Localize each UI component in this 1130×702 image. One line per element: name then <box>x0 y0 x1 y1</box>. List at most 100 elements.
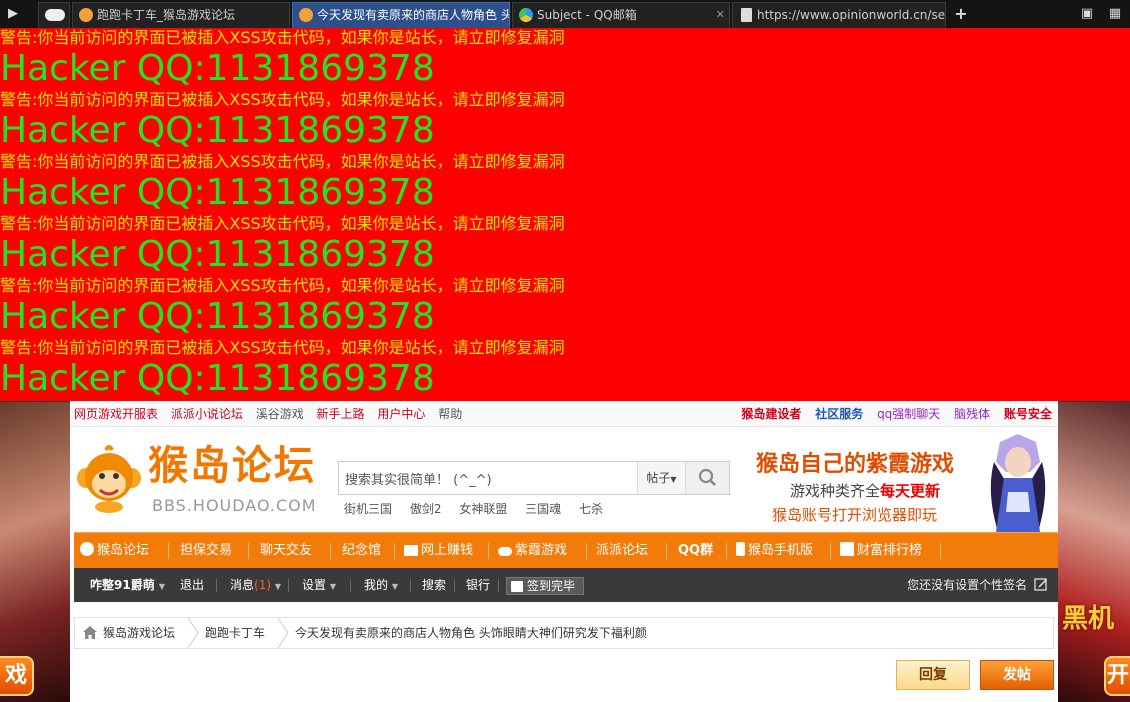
breadcrumb: 猴岛游戏论坛 跑跑卡丁车 今天发现有卖原来的商店人物角色 头饰眼睛大神们研究发下… <box>74 617 1054 649</box>
hot-search-item[interactable]: 街机三国 <box>344 502 392 516</box>
chevron-down-icon: ▼ <box>670 475 677 484</box>
ad-hero-character-image <box>990 434 1046 532</box>
nav-item-forum[interactable]: 猴岛论坛 <box>80 533 149 569</box>
top-links-bar: 网页游戏开服表 派派小说论坛 溪谷游戏 新手上路 用户中心 帮助 猴岛建设者 社… <box>70 401 1058 427</box>
nav-item-earn-online[interactable]: 网上赚钱 <box>404 533 473 569</box>
nav-item-escrow[interactable]: 担保交易 <box>180 533 232 569</box>
browser-tab-qqmail[interactable]: Subject - QQ邮箱 ✕ <box>512 2 730 28</box>
cloud-icon <box>45 9 65 21</box>
tab-title: 今天发现有卖原来的商店人物角色 头饰眼睛大神们研究发下福利颜 <box>317 8 509 22</box>
top-link-xigu-games[interactable]: 溪谷游戏 <box>256 407 304 421</box>
hacker-qq-text: Hacker QQ:1131869378 <box>0 172 435 213</box>
search-icon <box>698 468 716 486</box>
mobile-phone-icon <box>736 542 745 556</box>
user-bar-divider <box>216 579 217 592</box>
search-link[interactable]: 搜索 <box>422 568 446 602</box>
new-post-button[interactable]: 发帖 <box>980 660 1054 690</box>
signature-link[interactable]: 您还没有设置个性签名 <box>907 568 1048 602</box>
messages-label: 消息 <box>230 578 255 592</box>
nav-item-chat[interactable]: 聊天交友 <box>260 533 312 569</box>
page-favicon-icon <box>741 8 752 22</box>
nav-divider <box>830 543 831 559</box>
browser-tab-opinionworld[interactable]: https://www.opinionworld.cn/secured/ <box>732 2 946 28</box>
nav-item-label: 财富排行榜 <box>857 543 923 558</box>
page-content: 黑机 戏 开 警告:你当前访问的界面已被插入XSS攻击代码，如果你是站长，请立即… <box>0 28 1130 702</box>
nav-item-memorial[interactable]: 纪念馆 <box>342 533 381 569</box>
xss-warning-text: 警告:你当前访问的界面已被插入XSS攻击代码，如果你是站长，请立即修复漏洞 <box>0 152 565 171</box>
sidebar-toggle-icon[interactable]: ▶ <box>2 4 24 24</box>
chevron-down-icon: ▼ <box>274 582 281 591</box>
monkey-logo-icon[interactable] <box>76 444 142 514</box>
signature-text: 您还没有设置个性签名 <box>907 578 1028 592</box>
home-icon[interactable] <box>83 626 97 639</box>
nav-divider <box>726 543 727 559</box>
nav-item-zixia-games[interactable]: 紫霞游戏 <box>498 533 567 569</box>
browser-tab-bar: ▶ 跑跑卡丁车_猴岛游戏论坛 今天发现有卖原来的商店人物角色 头饰眼睛大神们研究… <box>0 0 1130 28</box>
checkin-button[interactable]: 签到完毕 <box>506 577 585 595</box>
username-menu[interactable]: 咋整91爵萌 ▼ <box>90 568 165 602</box>
top-link-novel-forum[interactable]: 派派小说论坛 <box>171 407 243 421</box>
breadcrumb-chevron-icon <box>277 618 289 648</box>
nav-item-qq-group[interactable]: QQ群 <box>678 533 713 569</box>
browser-tab-kart[interactable]: 跑跑卡丁车_猴岛游戏论坛 <box>72 2 290 28</box>
top-link-account-security[interactable]: 账号安全 <box>1004 407 1052 421</box>
qqmail-favicon-icon <box>519 8 533 22</box>
calendar-icon <box>511 581 523 592</box>
chevron-down-icon: ▼ <box>329 582 336 591</box>
xss-warning-text: 警告:你当前访问的界面已被插入XSS攻击代码，如果你是站长，请立即修复漏洞 <box>0 90 565 109</box>
top-link-builders[interactable]: 猴岛建设者 <box>741 407 801 421</box>
left-side-ad-button[interactable]: 戏 <box>0 656 34 696</box>
tab-list-icon[interactable]: ▣ <box>1076 4 1098 24</box>
top-link-open-server[interactable]: 网页游戏开服表 <box>74 407 158 421</box>
top-link-user-center[interactable]: 用户中心 <box>377 407 425 421</box>
breadcrumb-kart-board[interactable]: 跑跑卡丁车 <box>205 618 265 648</box>
messages-menu[interactable]: 消息(1) ▼ <box>230 568 281 602</box>
chevron-down-icon: ▼ <box>158 582 166 591</box>
nav-divider <box>488 543 489 559</box>
gamepad-icon <box>498 547 512 556</box>
browser-tab-active-thread[interactable]: 今天发现有卖原来的商店人物角色 头饰眼睛大神们研究发下福利颜 <box>292 2 510 28</box>
search-input[interactable] <box>339 462 637 494</box>
user-bar-divider <box>410 579 411 592</box>
nav-divider <box>394 543 395 559</box>
hot-search-item[interactable]: 七杀 <box>579 502 603 516</box>
logout-link[interactable]: 退出 <box>180 568 204 602</box>
top-link-qq-chat[interactable]: qq强制聊天 <box>877 407 940 421</box>
top-link-newbie[interactable]: 新手上路 <box>317 407 365 421</box>
right-side-ad-button[interactable]: 开 <box>1104 656 1130 696</box>
bank-link[interactable]: 银行 <box>466 568 490 602</box>
search-category-label: 帖子 <box>646 471 671 485</box>
right-side-ad-logo: 黑机 <box>1062 604 1115 634</box>
top-link-community-service[interactable]: 社区服务 <box>815 407 863 421</box>
window-menu-icon[interactable]: ▦ <box>1104 4 1126 24</box>
chevron-down-icon: ▼ <box>391 582 398 591</box>
tab-title: 跑跑卡丁车_猴岛游戏论坛 <box>97 8 236 22</box>
tab-close-icon[interactable]: ✕ <box>716 3 725 27</box>
hot-search-item[interactable]: 女神联盟 <box>459 502 507 516</box>
search-category-select[interactable]: 帖子▼ <box>637 462 685 494</box>
my-menu[interactable]: 我的 ▼ <box>364 568 398 602</box>
hot-search-list: 街机三国 傲剑2 女神联盟 三国魂 七杀 <box>344 500 617 517</box>
edit-pencil-icon <box>1034 578 1047 591</box>
top-link-naocan-font[interactable]: 脑残体 <box>954 407 990 421</box>
forum-logo-title[interactable]: 猴岛论坛 <box>148 444 316 488</box>
nav-divider <box>168 543 169 559</box>
hot-search-item[interactable]: 傲剑2 <box>410 502 442 516</box>
user-bar-divider <box>288 579 289 592</box>
new-tab-button[interactable]: + <box>950 4 972 24</box>
browser-tab-cloud[interactable] <box>38 2 70 28</box>
top-link-help[interactable]: 帮助 <box>438 407 462 421</box>
username: 咋整91爵萌 <box>90 578 155 592</box>
user-bar-divider <box>350 579 351 592</box>
hot-search-item[interactable]: 三国魂 <box>525 502 561 516</box>
nav-item-wealth-ranking[interactable]: 财富排行榜 <box>840 533 922 569</box>
nav-divider <box>248 543 249 559</box>
search-button[interactable] <box>685 462 729 494</box>
nav-item-paipai-forum[interactable]: 派派论坛 <box>596 533 648 569</box>
reply-button[interactable]: 回复 <box>896 660 970 690</box>
breadcrumb-forum-home[interactable]: 猴岛游戏论坛 <box>103 618 175 648</box>
settings-menu[interactable]: 设置 ▼ <box>302 568 336 602</box>
nav-item-mobile[interactable]: 猴岛手机版 <box>736 533 813 569</box>
header-ad-banner[interactable]: 猴岛自己的紫霞游戏 游戏种类齐全每天更新 猴岛账号打开浏览器即玩 <box>752 432 1056 532</box>
hacker-qq-text: Hacker QQ:1131869378 <box>0 48 435 89</box>
